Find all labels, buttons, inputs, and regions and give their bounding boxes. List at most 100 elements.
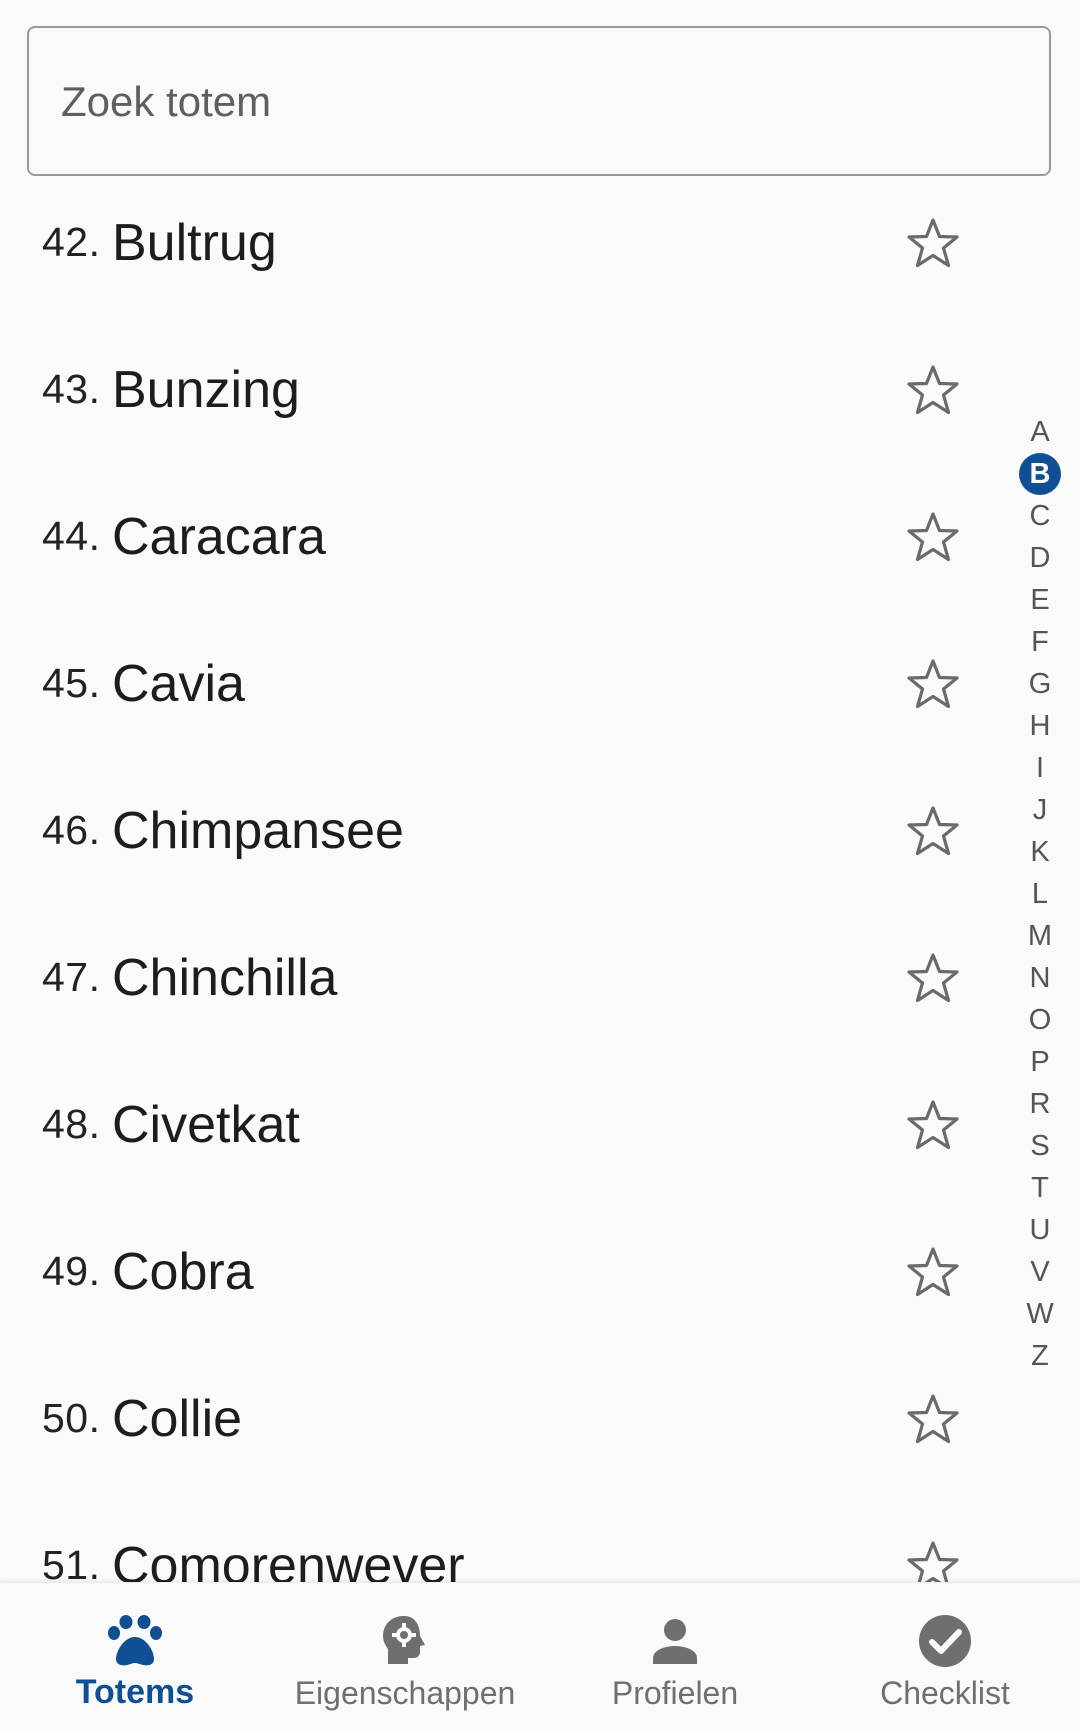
index-letter-label: T: [1031, 1171, 1049, 1204]
index-letter-label: Z: [1031, 1339, 1049, 1372]
star-icon[interactable]: [903, 1095, 963, 1155]
item-number: 42.: [42, 219, 101, 265]
index-letter[interactable]: Z: [1020, 1335, 1060, 1377]
list-item[interactable]: 47. Chinchilla: [0, 904, 1000, 1051]
index-letter[interactable]: D: [1020, 537, 1060, 579]
list-item[interactable]: 50. Collie: [0, 1345, 1000, 1492]
index-letter-label: B: [1029, 457, 1051, 490]
star-icon[interactable]: [903, 360, 963, 420]
index-letter[interactable]: R: [1020, 1083, 1060, 1125]
index-letter[interactable]: K: [1020, 831, 1060, 873]
list-item[interactable]: 43. Bunzing: [0, 316, 1000, 463]
index-letter[interactable]: W: [1020, 1293, 1060, 1335]
star-icon[interactable]: [903, 654, 963, 714]
index-letter-label: E: [1030, 583, 1050, 616]
item-name: Chimpansee: [112, 801, 404, 860]
item-name: Cobra: [112, 1242, 254, 1301]
item-number: 50.: [42, 1395, 101, 1441]
nav-tab-totems[interactable]: Totems: [0, 1583, 270, 1730]
list-item[interactable]: 48. Civetkat: [0, 1051, 1000, 1198]
nav-label-checklist: Checklist: [880, 1675, 1010, 1711]
index-letter[interactable]: A: [1020, 411, 1060, 453]
index-letter[interactable]: N: [1020, 957, 1060, 999]
index-letter-label: L: [1031, 877, 1049, 910]
bottom-navigation: Totems Eigenschappen Profielen Checklist: [0, 1582, 1080, 1730]
item-number: 45.: [42, 660, 101, 706]
person-icon: [645, 1611, 705, 1671]
nav-label-totems: Totems: [75, 1673, 195, 1711]
index-letter-label: M: [1027, 919, 1053, 952]
item-name: Chinchilla: [112, 948, 338, 1007]
list-item[interactable]: 42. Bultrug: [0, 169, 1000, 316]
item-number: 46.: [42, 807, 101, 853]
head-gear-icon: [375, 1611, 435, 1671]
item-number: 48.: [42, 1101, 101, 1147]
index-letter[interactable]: P: [1020, 1041, 1060, 1083]
index-letter-label: U: [1029, 1213, 1051, 1246]
paw-icon: [105, 1611, 165, 1671]
item-name: Bunzing: [112, 360, 300, 419]
item-name: Bultrug: [112, 213, 277, 272]
item-name: Caracara: [112, 507, 326, 566]
index-letter[interactable]: U: [1020, 1209, 1060, 1251]
index-letter[interactable]: F: [1020, 621, 1060, 663]
index-letter[interactable]: I: [1020, 747, 1060, 789]
index-letter[interactable]: V: [1020, 1251, 1060, 1293]
totem-list[interactable]: 42. Bultrug 43. Bunzing 44. Caracara 45.…: [0, 0, 1080, 1730]
item-name: Cavia: [112, 654, 245, 713]
alphabet-index[interactable]: ABCDEFGHIJKLMNOPRSTUVWZ: [1019, 411, 1061, 1377]
app-root: 42. Bultrug 43. Bunzing 44. Caracara 45.…: [0, 0, 1080, 1730]
index-letter-label: V: [1030, 1255, 1050, 1288]
star-icon[interactable]: [903, 948, 963, 1008]
nav-label-profielen: Profielen: [611, 1675, 739, 1711]
nav-tab-eigenschappen[interactable]: Eigenschappen: [270, 1583, 540, 1730]
index-letter[interactable]: C: [1020, 495, 1060, 537]
index-letter[interactable]: E: [1020, 579, 1060, 621]
star-icon[interactable]: [903, 1389, 963, 1449]
index-letter-label: J: [1032, 793, 1048, 826]
index-letter-label: K: [1030, 835, 1050, 868]
item-number: 44.: [42, 513, 101, 559]
index-letter-label: G: [1028, 667, 1052, 700]
nav-tab-checklist[interactable]: Checklist: [810, 1583, 1080, 1730]
star-icon[interactable]: [903, 801, 963, 861]
item-number: 43.: [42, 366, 101, 412]
star-icon[interactable]: [903, 1242, 963, 1302]
index-letter-label: I: [1035, 751, 1045, 784]
index-letter-label: P: [1030, 1045, 1050, 1078]
search-input[interactable]: [59, 28, 1023, 176]
index-letter[interactable]: O: [1020, 999, 1060, 1041]
index-letter[interactable]: J: [1020, 789, 1060, 831]
index-letter-label: A: [1030, 415, 1050, 448]
index-letter-label: W: [1026, 1297, 1054, 1330]
index-letter[interactable]: L: [1020, 873, 1060, 915]
index-letter-label: R: [1029, 1087, 1051, 1120]
star-icon[interactable]: [903, 507, 963, 567]
index-letter-label: N: [1029, 961, 1051, 994]
list-item[interactable]: 46. Chimpansee: [0, 757, 1000, 904]
index-letter[interactable]: B: [1019, 453, 1061, 495]
index-letter[interactable]: S: [1020, 1125, 1060, 1167]
search-field[interactable]: [27, 26, 1051, 176]
list-item[interactable]: 44. Caracara: [0, 463, 1000, 610]
star-icon[interactable]: [903, 213, 963, 273]
index-letter-label: H: [1029, 709, 1051, 742]
index-letter-label: F: [1031, 625, 1049, 658]
index-letter[interactable]: G: [1020, 663, 1060, 705]
index-letter[interactable]: M: [1020, 915, 1060, 957]
list-item[interactable]: 45. Cavia: [0, 610, 1000, 757]
nav-label-eigenschappen: Eigenschappen: [294, 1675, 516, 1711]
index-letter[interactable]: H: [1020, 705, 1060, 747]
index-letter-label: O: [1028, 1003, 1052, 1036]
item-name: Collie: [112, 1389, 243, 1448]
index-letter-label: S: [1030, 1129, 1050, 1162]
list-item[interactable]: 49. Cobra: [0, 1198, 1000, 1345]
item-name: Civetkat: [112, 1095, 300, 1154]
item-number: 49.: [42, 1248, 101, 1294]
nav-tab-profielen[interactable]: Profielen: [540, 1583, 810, 1730]
index-letter-label: D: [1029, 541, 1051, 574]
index-letter[interactable]: T: [1020, 1167, 1060, 1209]
item-number: 47.: [42, 954, 101, 1000]
check-circle-icon: [915, 1611, 975, 1671]
index-letter-label: C: [1029, 499, 1051, 532]
